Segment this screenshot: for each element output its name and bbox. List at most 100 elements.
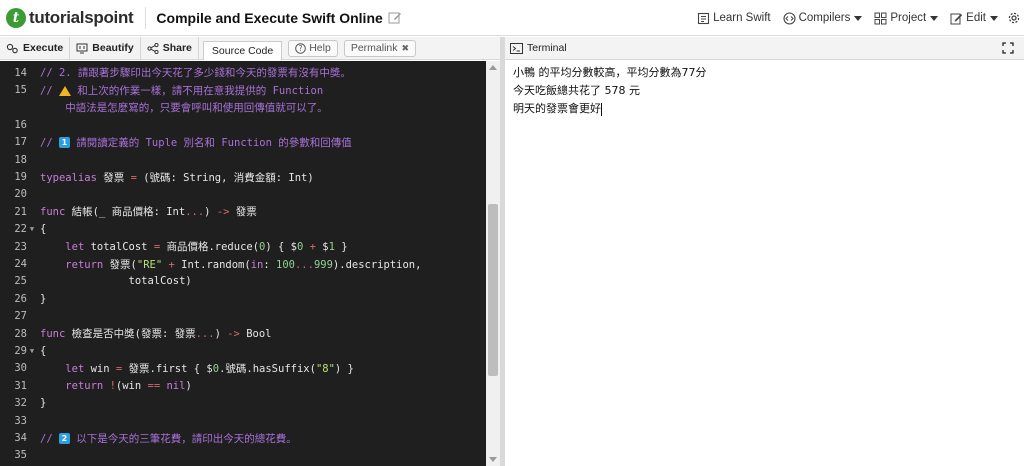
top-header: t tutorialspoint Compile and Execute Swi… [0, 0, 1024, 36]
line-number: 34 [14, 432, 27, 445]
code-line: 29 ▼{ [0, 342, 486, 359]
code-text: } [40, 397, 47, 410]
line-number: 29 [14, 345, 27, 358]
code-text: // 和上次的作業一樣，請不用在意我提供的 Function [40, 84, 324, 97]
line-number: 25 [14, 275, 27, 288]
code-text: func 檢查是否中獎(發票: 發票...) -> Bool [40, 328, 272, 341]
header-divider [145, 6, 147, 29]
terminal-output[interactable]: 小鴨 的平均分數較高，平均分數為77分 今天吃飯總共花了 578 元 明天的發票… [505, 61, 1024, 466]
logo-text: tutorialspoint [29, 7, 134, 27]
terminal-line: 明天的發票會更好 [513, 100, 1016, 118]
terminal-title: Terminal [527, 42, 567, 54]
code-line: 15 // 和上次的作業一樣，請不用在意我提供的 Function [0, 81, 486, 98]
edit-label: Edit [966, 12, 986, 24]
share-label: Share [162, 42, 192, 54]
code-line: 26} [0, 290, 486, 307]
edit-title-icon[interactable] [388, 11, 402, 25]
execute-button[interactable]: Execute [0, 36, 71, 60]
svg-text:?: ? [299, 44, 303, 53]
code-line: 14 // 2. 請跟著步驟印出今天花了多少錢和今天的發票有沒有中獎。 [0, 64, 486, 81]
chevron-down-icon [930, 15, 939, 21]
code-text: typealias 發票 = (號碼: String, 消費金額: Int) [40, 171, 314, 184]
help-circle-icon: ? [295, 42, 307, 54]
line-number: 18 [14, 153, 27, 166]
terminal-icon [510, 42, 523, 54]
close-icon[interactable]: ✖ [402, 43, 410, 54]
code-line: 27 [0, 308, 486, 325]
chevron-down-icon [854, 15, 863, 21]
share-icon [147, 42, 159, 54]
line-number: 35 [14, 449, 27, 462]
logo-badge-icon: t [6, 7, 26, 28]
expand-icon[interactable] [1002, 42, 1014, 54]
project-menu[interactable]: Project [874, 12, 939, 25]
code-line: 中語法是怎麼寫的，只要會呼叫和使用回傳值就可以了。 [0, 99, 486, 116]
code-line: 21 func 結帳(_ 商品價格: Int...) -> 發票 [0, 203, 486, 220]
site-logo[interactable]: t tutorialspoint [6, 0, 134, 36]
page-title: Compile and Execute Swift Online [156, 9, 383, 26]
line-number: 19 [14, 171, 27, 184]
code-line: 31 return !(win == nil) [0, 377, 486, 394]
code-line: 28 func 檢查是否中獎(發票: 發票...) -> Bool [0, 325, 486, 342]
line-number: 32 [14, 397, 27, 410]
terminal-line-text: 明天的發票會更好 [513, 102, 601, 115]
pencil-icon [950, 13, 963, 24]
fold-toggle-icon[interactable]: ▼ [27, 347, 37, 355]
line-number: 26 [14, 292, 27, 305]
beautify-button[interactable]: Beautify [70, 36, 141, 60]
line-number: 16 [14, 118, 27, 131]
compilers-menu[interactable]: Compilers [783, 11, 863, 25]
edit-menu[interactable]: Edit [950, 12, 998, 25]
line-number: 14 [14, 66, 27, 79]
code-editor[interactable]: 14 // 2. 請跟著步驟印出今天花了多少錢和今天的發票有沒有中獎。 15 // 和… [0, 61, 500, 466]
scroll-down-icon[interactable] [489, 457, 497, 462]
help-button[interactable]: ? Help [288, 39, 338, 57]
grid-icon [874, 12, 887, 24]
code-line: 32} [0, 395, 486, 412]
line-number: 28 [14, 327, 27, 340]
code-line: 20 [0, 186, 486, 203]
code-text: let win = 發票.first { $0.號碼.hasSuffix("8"… [65, 362, 354, 375]
code-line: 30 let win = 發票.first { $0.號碼.hasSuffix(… [0, 360, 486, 377]
line-number: 15 [14, 84, 27, 97]
code-line: 23 let totalCost = 商品價格.reduce(0) { $0 +… [0, 238, 486, 255]
chevron-down-icon [990, 15, 998, 21]
share-button[interactable]: Share [141, 36, 199, 60]
code-text: { [40, 223, 47, 236]
gears-icon [6, 43, 18, 53]
code-text: // 2 以下是今天的三筆花費，請印出今天的總花費。 [40, 432, 297, 445]
scrollbar-thumb[interactable] [488, 204, 498, 376]
help-label: Help [309, 42, 331, 54]
code-line: 34 // 2 以下是今天的三筆花費，請印出今天的總花費。 [0, 429, 486, 446]
tab-source-code[interactable]: Source Code [202, 40, 283, 60]
beautify-label: Beautify [92, 42, 134, 54]
scroll-up-icon[interactable] [489, 65, 497, 70]
code-text: 中語法是怎麼寫的，只要會呼叫和使用回傳值就可以了。 [40, 101, 328, 114]
code-line: 25 totalCost) [0, 273, 486, 290]
code-line: 33 [0, 412, 486, 429]
code-line: 19 typealias 發票 = (號碼: String, 消費金額: Int) [0, 168, 486, 185]
terminal-header: Terminal [505, 37, 1024, 60]
fold-toggle-icon[interactable]: ▼ [27, 225, 37, 233]
permalink-label: Permalink [350, 42, 398, 54]
compilers-label: Compilers [798, 12, 851, 24]
book-icon [698, 12, 710, 24]
learn-swift-link[interactable]: Learn Swift [697, 12, 771, 25]
permalink-button[interactable]: Permalink ✖ [343, 39, 417, 57]
code-text: // 2. 請跟著步驟印出今天花了多少錢和今天的發票有沒有中獎。 [40, 67, 351, 80]
code-text: let totalCost = 商品價格.reduce(0) { $0 + $1… [65, 241, 348, 254]
settings-gear-icon[interactable] [1008, 12, 1020, 24]
line-number: 17 [14, 136, 27, 149]
line-number: 33 [14, 414, 27, 427]
editor-scrollbar[interactable] [486, 61, 500, 466]
line-number: 27 [14, 310, 27, 323]
line-number: 21 [14, 205, 27, 218]
code-line: 18 [0, 151, 486, 168]
line-number: 22 [14, 223, 27, 236]
code-icon [783, 11, 796, 25]
code-text: } [40, 292, 47, 305]
code-line: 16 [0, 116, 486, 133]
line-number: 24 [14, 258, 27, 271]
line-number: 23 [14, 240, 27, 253]
line-number: 30 [14, 362, 27, 375]
